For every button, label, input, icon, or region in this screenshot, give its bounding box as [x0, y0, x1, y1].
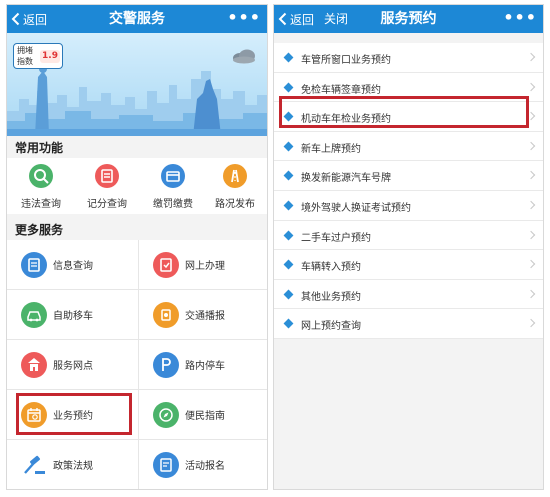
list-item[interactable]: 车辆转入预约	[274, 250, 543, 280]
bullet-icon	[283, 82, 294, 93]
list-item-label: 新车上牌预约	[301, 143, 361, 155]
self-move-car-label: 自助移车	[53, 311, 93, 322]
chevron-right-icon	[526, 52, 536, 62]
points-check-label: 记分查询	[87, 199, 127, 210]
list-item-label: 二手车过户预约	[301, 232, 371, 244]
bullet-icon	[283, 141, 294, 152]
booking-list: 车管所窗口业务预约 免检车辆签章预约 机动车年检业务预约 新车上牌预约 换发新能…	[274, 43, 543, 339]
nav-bar: 返回 交警服务 •••	[7, 5, 267, 33]
cloud-icon	[233, 49, 255, 64]
fine-payment-label: 缴罚缴费	[153, 199, 193, 210]
list-item-label: 其他业务预约	[301, 291, 361, 303]
back-label: 返回	[290, 12, 315, 27]
common-functions-panel: 违法查询 记分查询 缴罚缴费 路况发布	[7, 158, 267, 214]
info-query-label: 信息查询	[53, 261, 93, 272]
list-item-label: 车管所窗口业务预约	[301, 55, 391, 66]
chevron-left-icon	[278, 12, 287, 26]
chevron-right-icon	[526, 230, 536, 239]
fine-payment-icon	[161, 164, 185, 188]
list-item[interactable]: 其他业务预约	[274, 280, 543, 310]
chevron-right-icon	[526, 289, 536, 298]
more-menu-button[interactable]: •••	[503, 5, 537, 33]
chevron-right-icon	[526, 82, 536, 91]
traffic-broadcast-icon	[153, 302, 179, 328]
road-condition-icon	[223, 164, 247, 188]
traffic-broadcast-button[interactable]: 交通播报	[138, 290, 267, 340]
chevron-left-icon	[11, 12, 20, 26]
list-item-label: 车辆转入预约	[301, 262, 361, 274]
back-button[interactable]: 返回	[11, 5, 47, 33]
service-outlet-button[interactable]: 服务网点	[7, 340, 138, 390]
city-banner: 拥堵指数 1.9	[7, 33, 267, 136]
list-item[interactable]: 境外驾驶人换证考试预约	[274, 191, 543, 221]
list-item[interactable]: 网上预约查询	[274, 309, 543, 339]
event-signup-icon	[153, 452, 179, 478]
chevron-right-icon	[526, 171, 536, 180]
highlight-box	[279, 96, 529, 128]
nav-bar: 返回 关闭 服务预约 •••	[274, 5, 543, 33]
common-functions-title: 常用功能	[15, 141, 64, 155]
event-signup-button[interactable]: 活动报名	[138, 440, 267, 489]
online-handling-button[interactable]: 网上办理	[138, 240, 267, 290]
online-handling-label: 网上办理	[185, 261, 225, 272]
street-parking-icon	[153, 352, 179, 378]
bullet-icon	[283, 318, 294, 329]
online-handling-icon	[153, 252, 179, 278]
traffic-broadcast-label: 交通播报	[185, 311, 225, 322]
chevron-right-icon	[526, 259, 536, 269]
violation-check-button[interactable]: 违法查询	[11, 158, 71, 214]
bullet-icon	[283, 52, 294, 63]
street-parking-button[interactable]: 路内停车	[138, 340, 267, 390]
service-outlet-label: 服务网点	[53, 361, 93, 372]
list-item[interactable]: 车管所窗口业务预约	[274, 43, 543, 73]
more-services-grid: 信息查询 网上办理 自助移车 交通播报 服务网点 路内停车 业务预约 便民指南 …	[7, 240, 267, 489]
bullet-icon	[283, 170, 294, 181]
self-move-car-icon	[21, 302, 47, 328]
bullet-icon	[283, 200, 294, 211]
back-button[interactable]: 返回	[278, 5, 314, 33]
road-condition-label: 路况发布	[215, 199, 255, 210]
list-item[interactable]: 换发新能源汽车号牌	[274, 161, 543, 191]
close-button[interactable]: 关闭	[324, 5, 348, 33]
more-menu-button[interactable]: •••	[227, 5, 261, 33]
list-item[interactable]: 新车上牌预约	[274, 132, 543, 162]
policy-law-icon	[21, 452, 47, 478]
chevron-right-icon	[526, 319, 536, 328]
fine-payment-button[interactable]: 缴罚缴费	[143, 158, 203, 214]
list-item-label: 免检车辆签章预约	[301, 84, 381, 96]
congestion-index-label: 拥堵指数	[17, 46, 33, 66]
chevron-right-icon	[526, 200, 536, 210]
guide-label: 便民指南	[185, 411, 225, 422]
list-item[interactable]: 二手车过户预约	[274, 221, 543, 251]
info-query-icon	[21, 252, 47, 278]
self-move-car-button[interactable]: 自助移车	[7, 290, 138, 340]
back-label: 返回	[23, 12, 48, 27]
violation-check-label: 违法查询	[21, 199, 61, 210]
points-check-icon	[95, 164, 119, 188]
points-check-button[interactable]: 记分查询	[77, 158, 137, 214]
policy-law-button[interactable]: 政策法规	[7, 440, 138, 489]
congestion-index-value: 1.9	[40, 50, 60, 63]
list-item-label: 境外驾驶人换证考试预约	[301, 202, 411, 214]
list-item-label: 网上预约查询	[301, 321, 361, 333]
chevron-right-icon	[526, 141, 536, 151]
more-services-title: 更多服务	[15, 223, 64, 237]
bullet-icon	[283, 230, 294, 241]
list-item-label: 换发新能源汽车号牌	[301, 173, 391, 185]
event-signup-label: 活动报名	[185, 461, 225, 472]
street-parking-label: 路内停车	[185, 361, 225, 372]
info-query-button[interactable]: 信息查询	[7, 240, 138, 290]
service-outlet-icon	[21, 352, 47, 378]
highlight-box	[16, 393, 132, 435]
road-condition-button[interactable]: 路况发布	[205, 158, 265, 214]
bullet-icon	[283, 289, 294, 300]
congestion-index-badge[interactable]: 拥堵指数 1.9	[13, 43, 63, 69]
service-booking-screen: 返回 关闭 服务预约 ••• 车管所窗口业务预约 免检车辆签章预约 机动车年检业…	[273, 4, 544, 490]
guide-button[interactable]: 便民指南	[138, 390, 267, 440]
violation-check-icon	[29, 164, 53, 188]
bullet-icon	[283, 259, 294, 270]
guide-icon	[153, 402, 179, 428]
policy-law-label: 政策法规	[53, 461, 93, 472]
